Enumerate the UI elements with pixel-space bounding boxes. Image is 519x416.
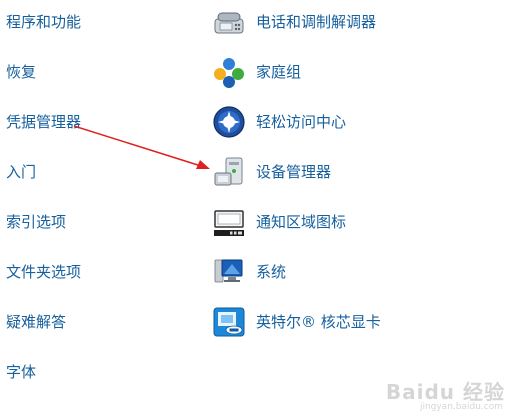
link-label: 疑难解答 <box>6 313 67 331</box>
link-label: 凭据管理器 <box>6 113 82 131</box>
link-notification-area-icons[interactable]: 通知区域图标 <box>212 205 346 239</box>
link-label: 字体 <box>6 363 37 381</box>
link-label: 英特尔® 核芯显卡 <box>256 313 381 331</box>
link-programs-features[interactable]: 程序和功能 <box>6 12 81 32</box>
link-label: 家庭组 <box>256 63 302 81</box>
link-homegroup[interactable]: 家庭组 <box>212 55 301 89</box>
link-phone-modem[interactable]: 电话和调制解调器 <box>212 5 376 39</box>
device-manager-icon <box>214 157 243 186</box>
link-label: 文件夹选项 <box>6 263 82 281</box>
system-icon <box>214 259 243 283</box>
link-label: 通知区域图标 <box>256 213 347 231</box>
phone-modem-icon <box>214 12 244 34</box>
link-folder-options[interactable]: 文件夹选项 <box>6 262 81 282</box>
link-label: 入门 <box>6 163 37 181</box>
link-fonts[interactable]: 字体 <box>6 362 36 382</box>
watermark: Baidu 经验 jingyan.baidu.com <box>385 376 505 412</box>
notification-area-icon <box>214 210 244 236</box>
link-troubleshooting[interactable]: 疑难解答 <box>6 312 66 332</box>
link-recovery[interactable]: 恢复 <box>6 62 36 82</box>
link-ease-of-access[interactable]: 轻松访问中心 <box>212 105 346 139</box>
homegroup-icon <box>214 58 244 88</box>
ease-of-access-icon <box>213 106 245 138</box>
watermark-subtext: jingyan.baidu.com <box>419 402 503 412</box>
link-system[interactable]: 系统 <box>212 255 286 289</box>
control-panel: 程序和功能 恢复 凭据管理器 入门 索引选项 文件夹选项 疑难解答 字体 电话和… <box>0 0 519 416</box>
link-label: 设备管理器 <box>256 163 332 181</box>
link-device-manager[interactable]: 设备管理器 <box>212 155 331 189</box>
link-getting-started[interactable]: 入门 <box>6 162 36 182</box>
intel-graphics-icon <box>213 307 245 337</box>
link-label: 恢复 <box>6 63 37 81</box>
watermark-logo: Baidu 经验 <box>385 380 505 404</box>
link-indexing-options[interactable]: 索引选项 <box>6 212 66 232</box>
link-label: 轻松访问中心 <box>256 113 347 131</box>
link-intel-graphics[interactable]: 英特尔® 核芯显卡 <box>212 305 381 339</box>
link-credential-manager[interactable]: 凭据管理器 <box>6 112 81 132</box>
link-label: 索引选项 <box>6 213 67 231</box>
link-label: 电话和调制解调器 <box>256 13 377 31</box>
link-label: 程序和功能 <box>6 13 82 31</box>
link-label: 系统 <box>256 263 287 281</box>
